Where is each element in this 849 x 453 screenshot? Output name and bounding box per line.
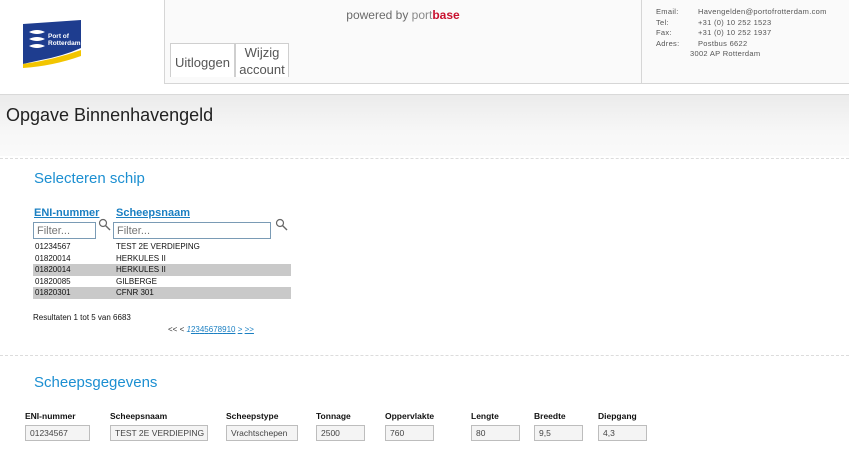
row-name: TEST 2E VERDIEPING — [116, 242, 200, 251]
label-scheepsnaam: Scheepsnaam — [110, 411, 168, 421]
search-name-icon[interactable] — [275, 218, 289, 232]
field-diepgang: 4,3 — [598, 425, 647, 441]
logout-button[interactable]: Uitloggen — [170, 43, 235, 77]
adres-value-1: Postbus 6622 — [698, 38, 748, 48]
page-prev-link[interactable]: < — [180, 325, 185, 334]
logo-area: Port of Rotterdam — [0, 0, 165, 84]
label-tonnage: Tonnage — [316, 411, 351, 421]
pagination: << < 12345678910 > >> — [168, 325, 254, 334]
header-middle: powered by portbase Uitloggen Wijzig acc… — [165, 0, 642, 84]
field-scheepsnaam: TEST 2E VERDIEPING — [110, 425, 208, 441]
email-key: Email: — [656, 7, 679, 16]
label-oppervlakte: Oppervlakte — [385, 411, 435, 421]
row-name: GILBERGE — [116, 276, 157, 286]
label-diepgang: Diepgang — [598, 411, 637, 421]
edit-account-button[interactable]: Wijzig account — [235, 43, 289, 77]
ship-row[interactable]: 01820014 HERKULES II — [33, 253, 291, 265]
ship-row[interactable]: 01234567 TEST 2E VERDIEPING — [33, 241, 291, 253]
row-name: HERKULES II — [116, 253, 166, 263]
field-eni: 01234567 — [25, 425, 90, 441]
divider — [0, 355, 849, 356]
divider — [0, 158, 849, 159]
tel-key: Tel: — [656, 17, 669, 27]
sort-eni-link[interactable]: ENI-nummer — [34, 207, 99, 219]
result-count: Resultaten 1 tot 5 van 6683 — [33, 313, 131, 322]
tel-value: +31 (0) 10 252 1523 — [698, 17, 772, 27]
search-eni-icon[interactable] — [98, 218, 112, 232]
page-title: Opgave Binnenhavengeld — [6, 105, 214, 125]
edit-account-label-2: account — [239, 62, 285, 77]
contact-info: Email: Havengelden@portofrotterdam.com Te… — [642, 0, 849, 84]
row-eni: 01234567 — [35, 242, 71, 251]
row-eni: 01820014 — [35, 253, 71, 263]
page-next-link[interactable]: > — [238, 325, 243, 334]
port-of-rotterdam-logo[interactable]: Port of Rotterdam — [23, 20, 81, 68]
filter-eni-input[interactable] — [33, 222, 96, 239]
label-breedte: Breedte — [534, 411, 566, 421]
field-lengte: 80 — [471, 425, 520, 441]
ship-row[interactable]: 01820014 HERKULES II — [33, 264, 291, 276]
row-eni: 01820301 — [35, 288, 71, 297]
label-eni: ENI-nummer — [25, 411, 76, 421]
portbase-brand-b: base — [432, 8, 460, 22]
powered-by: powered by portbase — [165, 8, 641, 22]
powered-prefix: powered by — [346, 8, 412, 22]
adres-key: Adres: — [656, 38, 680, 48]
row-name: HERKULES II — [116, 265, 166, 274]
ship-details-title: Scheepsgegevens — [34, 374, 158, 391]
field-tonnage: 2500 — [316, 425, 365, 441]
ship-row[interactable]: 01820301 CFNR 301 — [33, 287, 291, 299]
row-name: CFNR 301 — [116, 288, 154, 297]
label-scheepstype: Scheepstype — [226, 411, 279, 421]
field-oppervlakte: 760 — [385, 425, 434, 441]
page-first-link[interactable]: << — [168, 325, 177, 334]
filter-name-input[interactable] — [113, 222, 271, 239]
select-ship-title: Selecteren schip — [34, 170, 145, 187]
fax-value: +31 (0) 10 252 1937 — [698, 28, 772, 37]
field-scheepstype: Vrachtschepen — [226, 425, 298, 441]
sort-name-link[interactable]: Scheepsnaam — [116, 207, 190, 219]
label-lengte: Lengte — [471, 411, 499, 421]
page-last-link[interactable]: >> — [245, 325, 254, 334]
fax-key: Fax: — [656, 28, 672, 37]
ship-list: 01234567 TEST 2E VERDIEPING 01820014 HER… — [33, 241, 291, 299]
edit-account-label-1: Wijzig — [244, 45, 280, 60]
header: Port of Rotterdam powered by portbase Ui… — [0, 0, 849, 84]
adres-value-2: 3002 AP Rotterdam — [690, 49, 761, 58]
row-eni: 01820085 — [35, 276, 71, 286]
field-breedte: 9,5 — [534, 425, 583, 441]
portbase-brand-a: port — [411, 8, 433, 22]
title-band: Opgave Binnenhavengeld — [0, 94, 849, 156]
email-value: Havengelden@portofrotterdam.com — [698, 7, 827, 16]
logo-text-2: Rotterdam — [48, 40, 81, 47]
ship-row[interactable]: 01820085 GILBERGE — [33, 276, 291, 288]
logo-text-1: Port of — [48, 33, 70, 40]
row-eni: 01820014 — [35, 265, 71, 274]
page-link[interactable]: 10 — [227, 325, 236, 334]
